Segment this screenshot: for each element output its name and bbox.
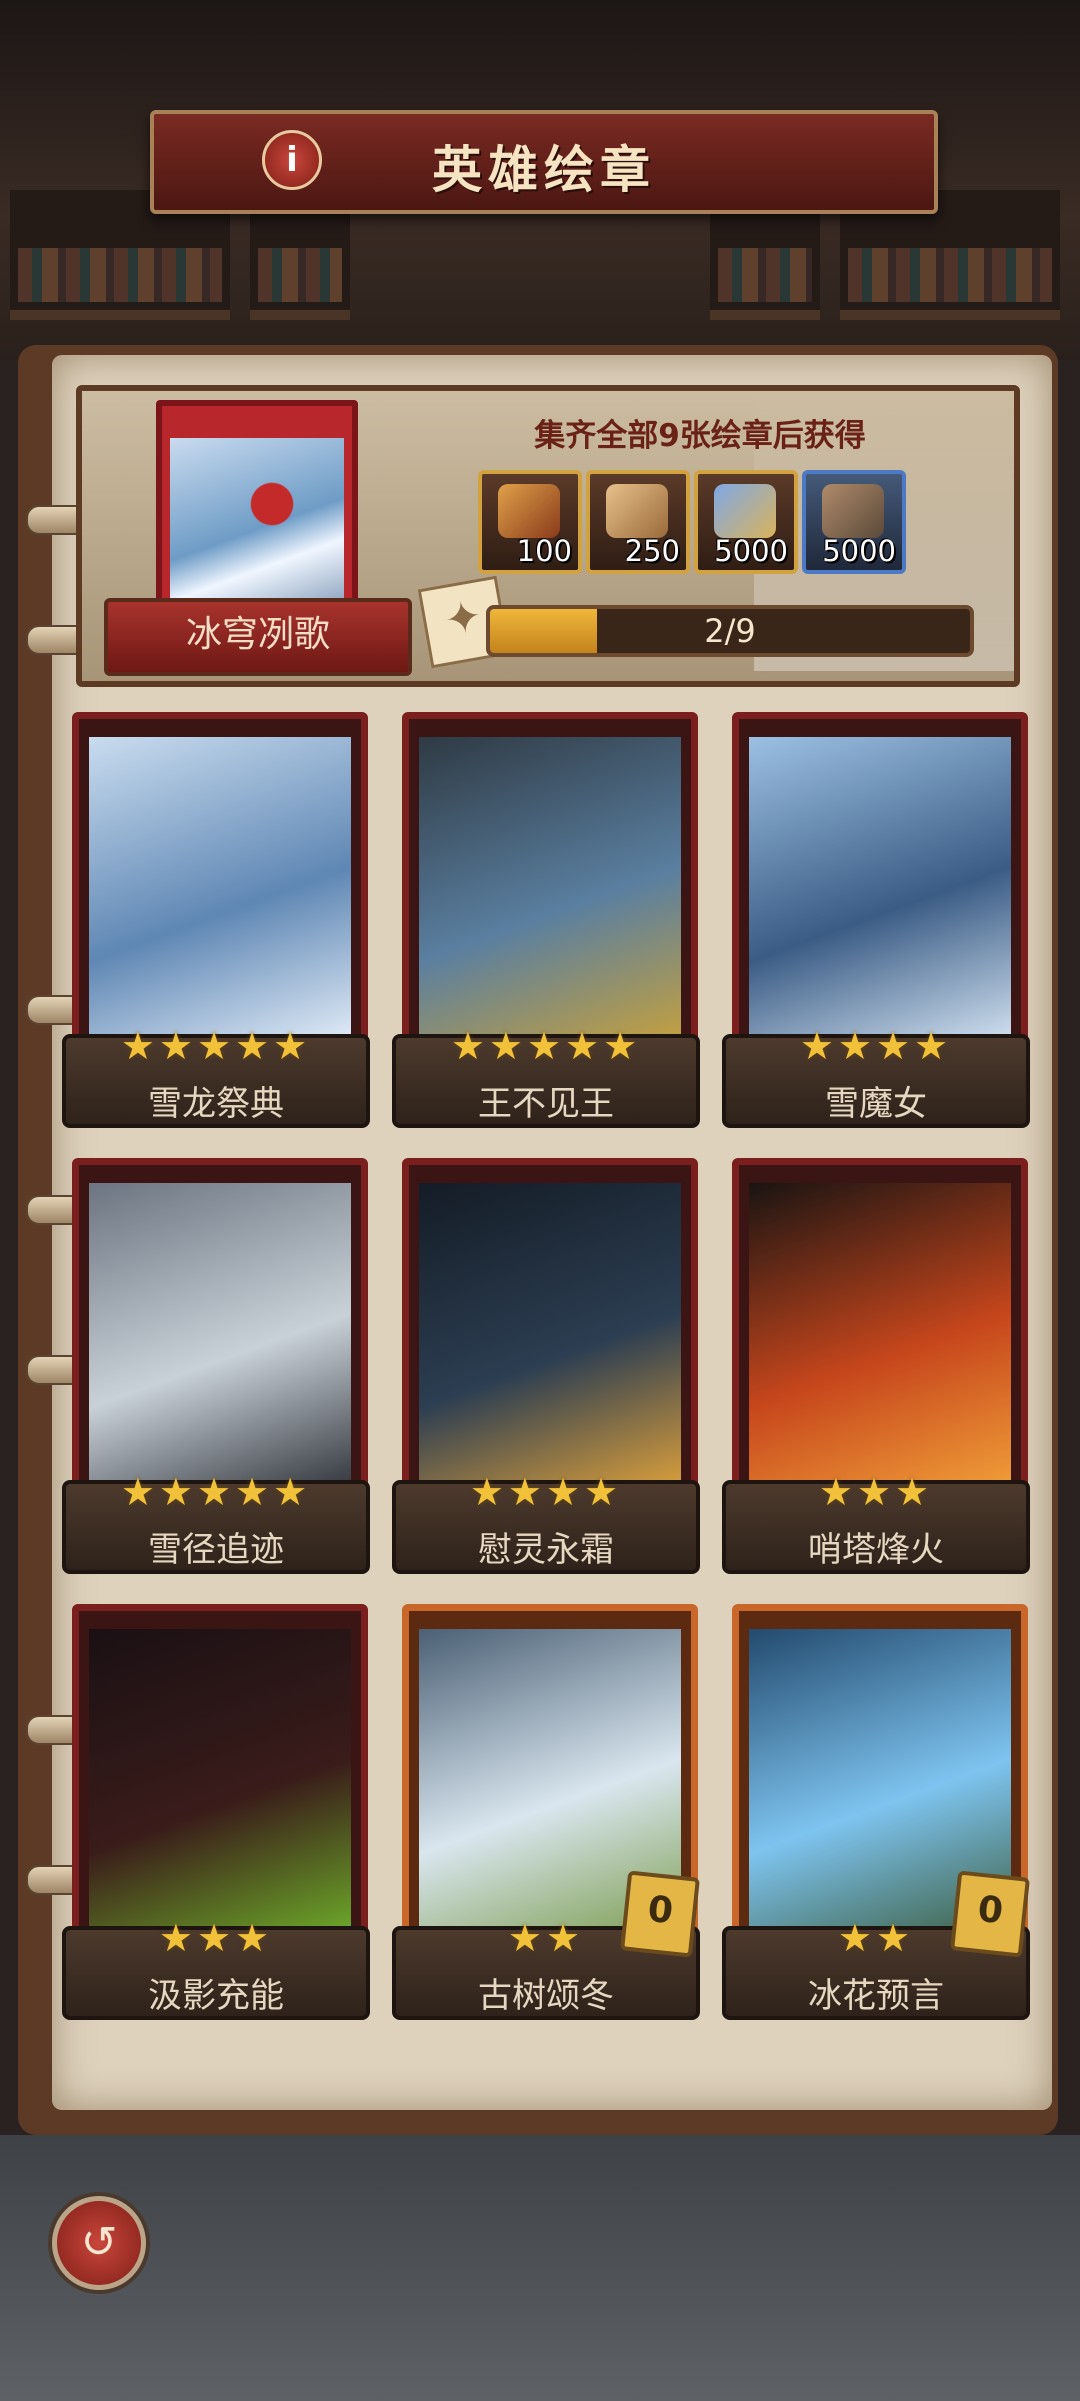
card-frame bbox=[732, 712, 1028, 1066]
card-frame bbox=[402, 1158, 698, 1512]
hero-card[interactable]: ★★★ 汲影充能 bbox=[62, 1604, 370, 2020]
reward-count: 100 bbox=[516, 534, 572, 568]
back-button[interactable]: ↺ bbox=[52, 2196, 146, 2290]
star-rating: ★★★★★ bbox=[450, 1024, 642, 1068]
card-frame bbox=[72, 1158, 368, 1512]
card-name: 王不见王 bbox=[478, 1084, 614, 1124]
star-rating: ★★★ bbox=[818, 1470, 934, 1514]
card-artwork bbox=[749, 737, 1011, 1051]
card-count-badge: 0 bbox=[620, 1870, 700, 1958]
card-name: 古树颂冬 bbox=[478, 1976, 614, 2016]
info-button[interactable]: i bbox=[262, 130, 322, 190]
card-frame bbox=[72, 1604, 368, 1958]
star-rating: ★★★ bbox=[158, 1916, 274, 1960]
hero-card[interactable]: ★★★★★ 王不见王 bbox=[392, 712, 700, 1128]
card-artwork bbox=[89, 1183, 351, 1497]
card-plaque: ★★★★★ 王不见王 bbox=[392, 1024, 700, 1128]
collection-name: 冰穹冽歌 bbox=[104, 598, 412, 676]
collection-progress-bar: 2/9 bbox=[486, 605, 974, 657]
card-frame bbox=[732, 1158, 1028, 1512]
reward-count: 5000 bbox=[714, 534, 788, 568]
ore-icon bbox=[822, 484, 884, 538]
hero-card[interactable]: ★★ 古树颂冬 0 bbox=[392, 1604, 700, 2020]
card-artwork bbox=[419, 1183, 681, 1497]
potion-icon bbox=[714, 484, 776, 538]
card-artwork bbox=[419, 737, 681, 1051]
progress-text: 2/9 bbox=[704, 612, 756, 650]
reward-count: 250 bbox=[624, 534, 680, 568]
star-rating: ★★★★★ bbox=[120, 1470, 312, 1514]
hero-card[interactable]: ★★★★★ 雪径追迹 bbox=[62, 1158, 370, 1574]
card-artwork bbox=[89, 737, 351, 1051]
card-artwork bbox=[749, 1183, 1011, 1497]
footer-bar bbox=[0, 2135, 1080, 2401]
card-artwork bbox=[89, 1629, 351, 1943]
card-count-badge: 0 bbox=[950, 1870, 1030, 1958]
hero-card[interactable]: ★★★★ 雪魔女 bbox=[722, 712, 1030, 1128]
star-rating: ★★★★ bbox=[469, 1470, 623, 1514]
card-frame bbox=[402, 712, 698, 1066]
hero-card[interactable]: ★★★ 哨塔烽火 bbox=[722, 1158, 1030, 1574]
card-name: 雪径追迹 bbox=[148, 1530, 284, 1570]
reward-count: 5000 bbox=[822, 534, 896, 568]
card-name: 冰花预言 bbox=[808, 1976, 944, 2016]
hero-card[interactable]: ★★★★ 慰灵永霜 bbox=[392, 1158, 700, 1574]
card-name: 汲影充能 bbox=[148, 1976, 284, 2016]
reward-slot[interactable]: 250 bbox=[586, 470, 690, 574]
card-plaque: ★★★★★ 雪径追迹 bbox=[62, 1470, 370, 1574]
reward-slot[interactable]: 5000 bbox=[802, 470, 906, 574]
card-plaque: ★★★★★ 雪龙祭典 bbox=[62, 1024, 370, 1128]
card-name: 雪龙祭典 bbox=[148, 1084, 284, 1124]
collect-reward-text: 集齐全部9张绘章后获得 bbox=[534, 418, 866, 454]
reward-slot[interactable]: 100 bbox=[478, 470, 582, 574]
star-rating: ★★★★ bbox=[799, 1024, 953, 1068]
card-name: 雪魔女 bbox=[825, 1084, 927, 1124]
scroll-icon bbox=[606, 484, 668, 538]
card-name: 哨塔烽火 bbox=[808, 1530, 944, 1570]
card-name: 慰灵永霜 bbox=[478, 1530, 614, 1570]
hero-card[interactable]: ★★★★★ 雪龙祭典 bbox=[62, 712, 370, 1128]
card-plaque: ★★★ 汲影充能 bbox=[62, 1916, 370, 2020]
card-frame bbox=[72, 712, 368, 1066]
torch-scroll-icon bbox=[498, 484, 560, 538]
reward-slot[interactable]: 5000 bbox=[694, 470, 798, 574]
hero-card[interactable]: ★★ 冰花预言 0 bbox=[722, 1604, 1030, 2020]
star-rating: ★★★★★ bbox=[120, 1024, 312, 1068]
card-plaque: ★★★★ 慰灵永霜 bbox=[392, 1470, 700, 1574]
card-plaque: ★★★★ 雪魔女 bbox=[722, 1024, 1030, 1128]
card-plaque: ★★★ 哨塔烽火 bbox=[722, 1470, 1030, 1574]
